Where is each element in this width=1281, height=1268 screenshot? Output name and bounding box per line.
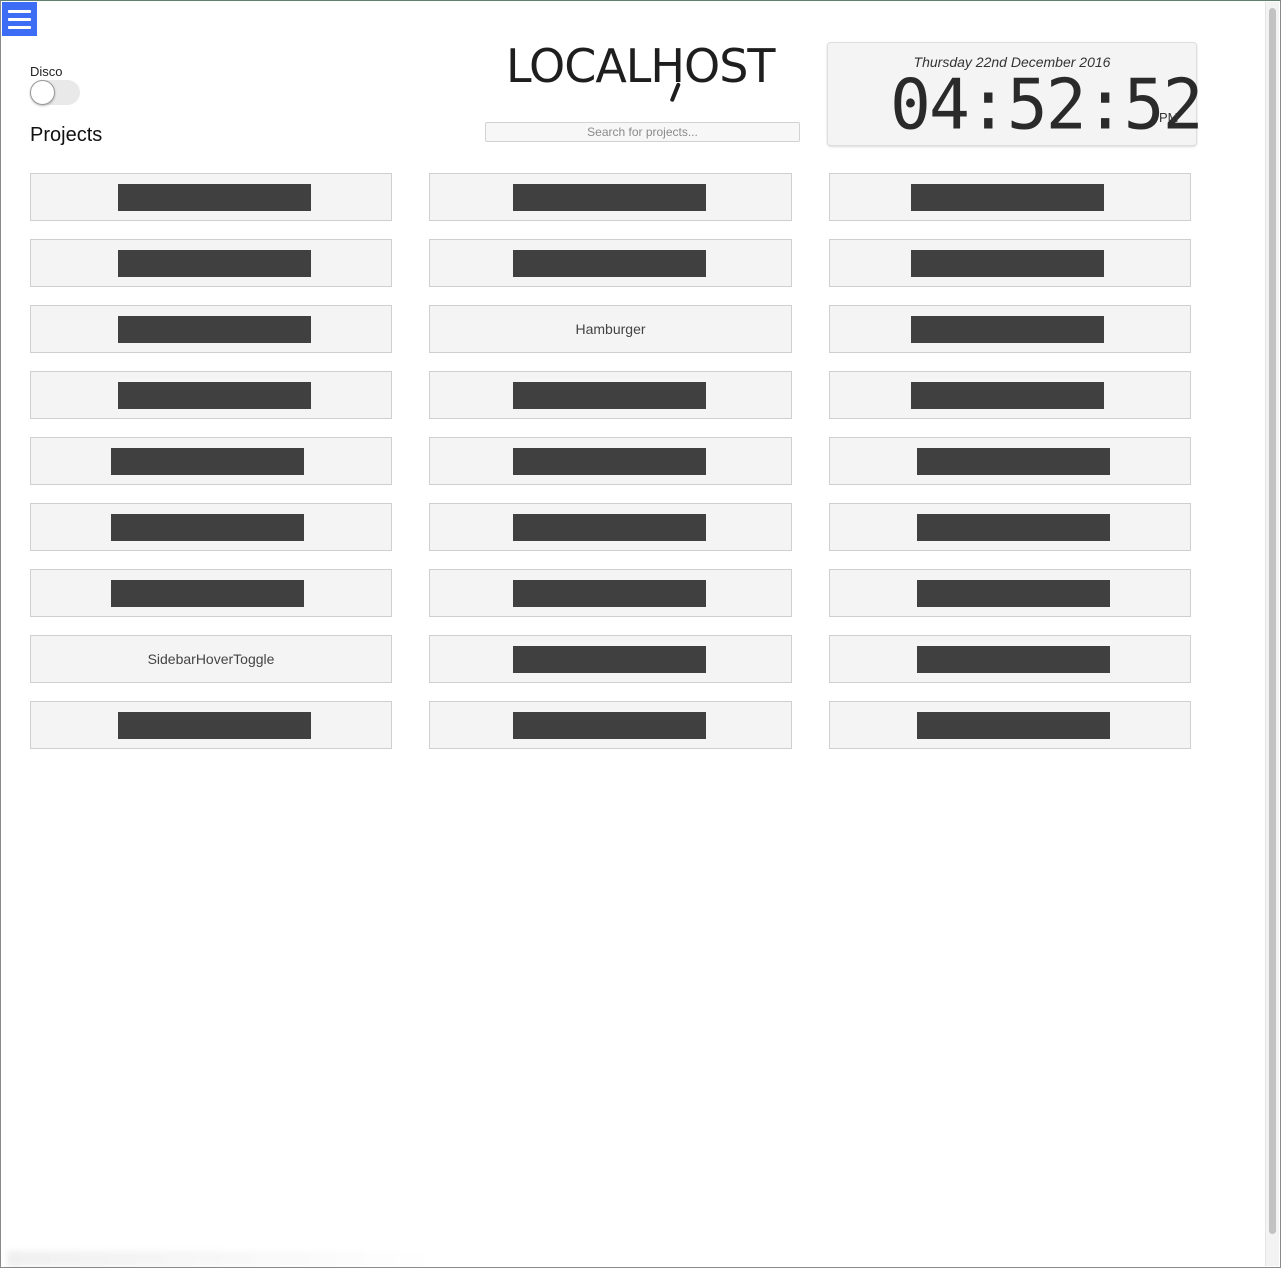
redacted-label (911, 316, 1104, 343)
redacted-label (917, 514, 1110, 541)
redacted-label (118, 712, 311, 739)
scrollbar-thumb[interactable] (1269, 8, 1276, 1234)
redacted-label (513, 382, 706, 409)
project-card[interactable] (829, 239, 1191, 287)
project-card[interactable] (829, 569, 1191, 617)
projects-grid: Hamburger SidebarHoverToggle (30, 173, 1191, 749)
project-card[interactable] (30, 503, 392, 551)
project-card[interactable]: Hamburger (429, 305, 792, 353)
disco-label: Disco (30, 64, 63, 79)
redacted-label (917, 580, 1110, 607)
redacted-label (513, 514, 706, 541)
project-card[interactable] (829, 503, 1191, 551)
project-card[interactable] (829, 371, 1191, 419)
redacted-label (118, 316, 311, 343)
redacted-label (917, 646, 1110, 673)
project-card[interactable] (429, 437, 792, 485)
project-card[interactable] (429, 173, 792, 221)
hamburger-menu-icon-bar (8, 25, 31, 29)
app-window: Disco Projects LOCALHOST Thursday 22nd D… (0, 0, 1281, 1268)
clock-time: 04:52:52 (890, 65, 1204, 146)
project-card[interactable] (429, 701, 792, 749)
redacted-label (917, 712, 1110, 739)
project-card[interactable] (829, 635, 1191, 683)
project-card[interactable] (30, 701, 392, 749)
bottom-shadow (7, 1251, 437, 1267)
clock-ampm: PM (1159, 110, 1179, 125)
redacted-label (911, 382, 1104, 409)
hamburger-menu-icon (8, 9, 31, 13)
project-card[interactable] (829, 701, 1191, 749)
project-card[interactable] (429, 569, 792, 617)
project-card-label: SidebarHoverToggle (147, 651, 275, 667)
project-card[interactable] (429, 371, 792, 419)
redacted-label (513, 646, 706, 673)
redacted-label (111, 448, 304, 475)
project-card[interactable] (30, 305, 392, 353)
redacted-label (513, 712, 706, 739)
project-card[interactable] (30, 437, 392, 485)
redacted-label (917, 448, 1110, 475)
logo: LOCALHOST (506, 39, 776, 93)
project-card[interactable] (829, 437, 1191, 485)
project-card[interactable] (429, 239, 792, 287)
project-card[interactable]: SidebarHoverToggle (30, 635, 392, 683)
hamburger-menu-icon-bar (8, 17, 31, 21)
project-card-label: Hamburger (575, 321, 646, 337)
project-card[interactable] (30, 173, 392, 221)
redacted-label (111, 580, 304, 607)
redacted-label (118, 382, 311, 409)
redacted-label (118, 250, 311, 277)
redacted-label (513, 448, 706, 475)
redacted-label (111, 514, 304, 541)
project-card[interactable] (429, 503, 792, 551)
project-card[interactable] (829, 305, 1191, 353)
redacted-label (911, 184, 1104, 211)
project-card[interactable] (429, 635, 792, 683)
project-card[interactable] (829, 173, 1191, 221)
redacted-label (513, 580, 706, 607)
clock-panel: Thursday 22nd December 2016 04:52:52 PM (827, 42, 1204, 146)
redacted-label (513, 250, 706, 277)
project-card[interactable] (30, 239, 392, 287)
project-card[interactable] (30, 371, 392, 419)
redacted-label (118, 184, 311, 211)
search-input[interactable] (485, 122, 800, 142)
disco-toggle[interactable] (30, 80, 80, 105)
project-card[interactable] (30, 569, 392, 617)
vertical-scrollbar[interactable] (1265, 2, 1279, 1266)
menu-button[interactable] (2, 2, 37, 36)
projects-heading: Projects (30, 124, 103, 146)
redacted-label (513, 184, 706, 211)
toggle-knob (30, 80, 55, 105)
redacted-label (911, 250, 1104, 277)
